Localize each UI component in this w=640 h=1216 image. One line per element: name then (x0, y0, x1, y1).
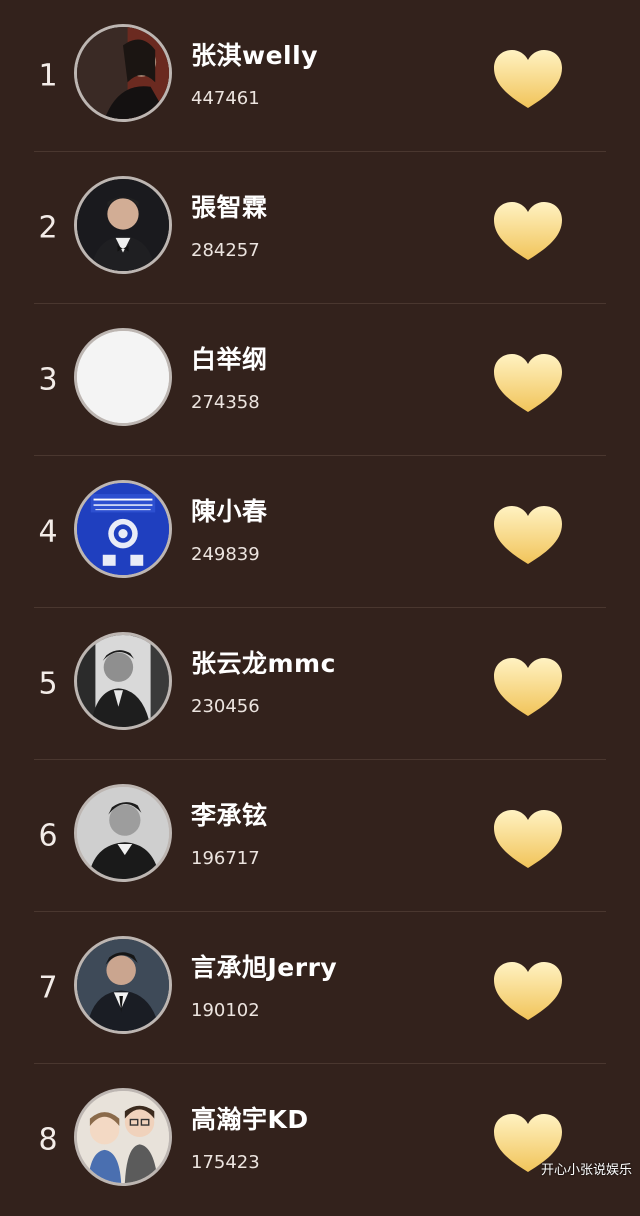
avatar[interactable] (74, 24, 172, 122)
avatar[interactable] (74, 632, 172, 730)
user-name: 白举纲 (191, 345, 268, 374)
user-name: 高瀚宇KD (191, 1105, 309, 1134)
like-button[interactable] (492, 504, 564, 566)
heart-icon (494, 658, 562, 716)
list-item[interactable]: 5 张云龙mmc 230456 (0, 608, 640, 760)
list-item[interactable]: 2 張智霖 284257 (0, 152, 640, 304)
list-item[interactable]: 6 李承铉 196717 (0, 760, 640, 912)
avatar[interactable] (74, 176, 172, 274)
user-name: 张淇welly (191, 41, 318, 70)
avatar-photo-icon (77, 179, 169, 271)
list-item[interactable]: 8 高瀚宇KD 175423 (0, 1064, 640, 1216)
avatar[interactable] (74, 784, 172, 882)
vote-count: 175423 (191, 1152, 260, 1173)
like-button[interactable] (492, 352, 564, 414)
vote-count: 284257 (191, 240, 260, 261)
heart-icon (494, 962, 562, 1020)
avatar-cartoon-icon (77, 1091, 169, 1183)
like-button[interactable] (492, 656, 564, 718)
user-name: 张云龙mmc (191, 649, 336, 678)
avatar-photo-icon (77, 787, 169, 879)
like-button[interactable] (492, 200, 564, 262)
list-item[interactable]: 1 张淇welly 447461 (0, 0, 640, 152)
rank-number: 7 (38, 970, 58, 1006)
vote-count: 190102 (191, 1000, 260, 1021)
rank-number: 3 (38, 362, 58, 398)
avatar[interactable] (74, 328, 172, 426)
watermark: 开心小张说娱乐 (540, 1163, 632, 1178)
list-item[interactable]: 7 言承旭Jerry 190102 (0, 912, 640, 1064)
heart-icon (494, 354, 562, 412)
vote-count: 274358 (191, 392, 260, 413)
ranking-list: 1 张淇welly 447461 2 張智霖 284257 3 白举纲 2743… (0, 0, 640, 1216)
heart-icon (494, 202, 562, 260)
avatar-photo-icon (77, 939, 169, 1031)
avatar-blank-icon (77, 331, 169, 423)
like-button[interactable] (492, 48, 564, 110)
vote-count: 230456 (191, 696, 260, 717)
avatar-photo-icon (77, 27, 169, 119)
rank-number: 2 (38, 210, 58, 246)
heart-icon (494, 506, 562, 564)
vote-count: 196717 (191, 848, 260, 869)
list-item[interactable]: 3 白举纲 274358 (0, 304, 640, 456)
user-name: 言承旭Jerry (191, 953, 338, 982)
rank-number: 5 (38, 666, 58, 702)
user-name: 張智霖 (191, 193, 268, 222)
avatar-photo-icon (77, 635, 169, 727)
avatar[interactable] (74, 936, 172, 1034)
avatar[interactable] (74, 1088, 172, 1186)
rank-number: 1 (38, 58, 58, 94)
list-item[interactable]: 4 陳小春 249839 (0, 456, 640, 608)
user-name: 陳小春 (191, 497, 268, 526)
like-button[interactable] (492, 960, 564, 1022)
rank-number: 6 (38, 818, 58, 854)
heart-icon (494, 50, 562, 108)
avatar[interactable] (74, 480, 172, 578)
rank-number: 8 (38, 1122, 58, 1158)
vote-count: 249839 (191, 544, 260, 565)
user-name: 李承铉 (191, 801, 268, 830)
vote-count: 447461 (191, 88, 260, 109)
like-button[interactable] (492, 808, 564, 870)
passport-emblem-icon (77, 483, 169, 575)
heart-icon (494, 810, 562, 868)
rank-number: 4 (38, 514, 58, 550)
